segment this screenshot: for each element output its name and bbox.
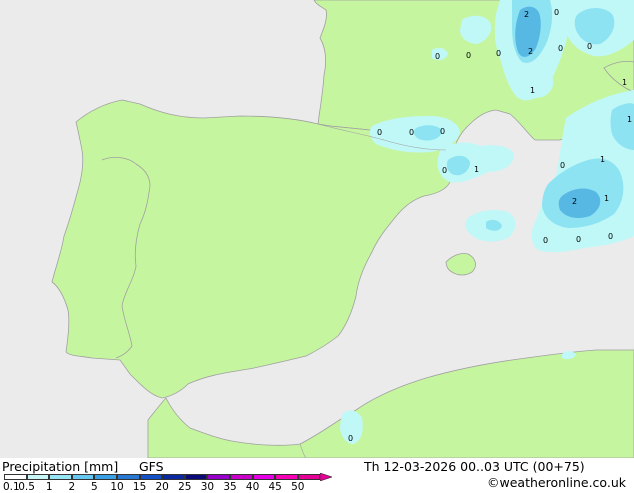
map-value-label: 0 xyxy=(348,434,353,443)
map-value-label: 0 xyxy=(543,236,548,245)
legend-tick-label: 45 xyxy=(269,481,282,493)
legend-swatch xyxy=(49,474,72,480)
map-value-label: 0 xyxy=(442,166,447,175)
legend-tick-label: 20 xyxy=(156,481,169,493)
credit-link[interactable]: ©weatheronline.co.uk xyxy=(487,475,626,490)
legend-tick-label: 25 xyxy=(178,481,191,493)
legend-tick-label: 5 xyxy=(91,481,98,493)
map-value-label: 0 xyxy=(440,127,445,136)
map-value-label: 0 xyxy=(558,44,563,53)
map-value-label: 1 xyxy=(600,155,605,164)
legend-swatch xyxy=(140,474,163,480)
map-value-label: 1 xyxy=(474,165,479,174)
map-value-label: 1 xyxy=(604,194,609,203)
map-value-label: 0 xyxy=(496,49,501,58)
forecast-datetime: Th 12-03-2026 00..03 UTC (00+75) xyxy=(364,459,585,474)
legend-tick-label: 1 xyxy=(46,481,53,493)
map-value-label: 0 xyxy=(554,8,559,17)
legend-swatch xyxy=(298,474,321,480)
map-value-label: 2 xyxy=(524,10,529,19)
map-value-label: 2 xyxy=(572,197,577,206)
map-value-label: 1 xyxy=(622,78,627,87)
legend-swatch xyxy=(27,474,50,480)
legend-swatch xyxy=(162,474,185,480)
map-value-label: 0 xyxy=(608,232,613,241)
map-value-label: 0 xyxy=(466,51,471,60)
legend-tick-label: 50 xyxy=(291,481,304,493)
map-value-label: 0 xyxy=(587,42,592,51)
legend-tick-label: 40 xyxy=(246,481,259,493)
legend-title: Precipitation [mm] xyxy=(2,459,118,474)
legend-swatch xyxy=(207,474,230,480)
map-value-label: 2 xyxy=(528,47,533,56)
map-value-label: 0 xyxy=(576,235,581,244)
footer: Precipitation [mm] GFS Th 12-03-2026 00.… xyxy=(0,458,634,490)
legend-tick-label: 15 xyxy=(133,481,146,493)
map-value-label: 0 xyxy=(409,128,414,137)
legend-arrow-icon xyxy=(320,473,332,481)
model-name: GFS xyxy=(139,459,164,474)
legend-tick-label: 0.1 xyxy=(3,481,20,493)
map-value-label: 1 xyxy=(627,115,632,124)
map-value-label: 1 xyxy=(530,86,535,95)
legend-swatch xyxy=(253,474,276,480)
legend-swatch xyxy=(275,474,298,480)
legend-tick-label: 2 xyxy=(68,481,75,493)
map-value-label: 0 xyxy=(560,161,565,170)
legend-tick-label: 35 xyxy=(223,481,236,493)
legend-swatch xyxy=(4,474,27,480)
legend-swatch xyxy=(94,474,117,480)
legend-tick-label: 10 xyxy=(110,481,123,493)
legend-swatch xyxy=(185,474,208,480)
precipitation-map xyxy=(0,0,634,458)
map-value-label: 0 xyxy=(435,52,440,61)
legend-tick-label: 0.5 xyxy=(18,481,35,493)
map-value-label: 0 xyxy=(377,128,382,137)
legend-swatch xyxy=(72,474,95,480)
legend-swatch xyxy=(117,474,140,480)
legend-swatch xyxy=(230,474,253,480)
legend-tick-label: 30 xyxy=(201,481,214,493)
